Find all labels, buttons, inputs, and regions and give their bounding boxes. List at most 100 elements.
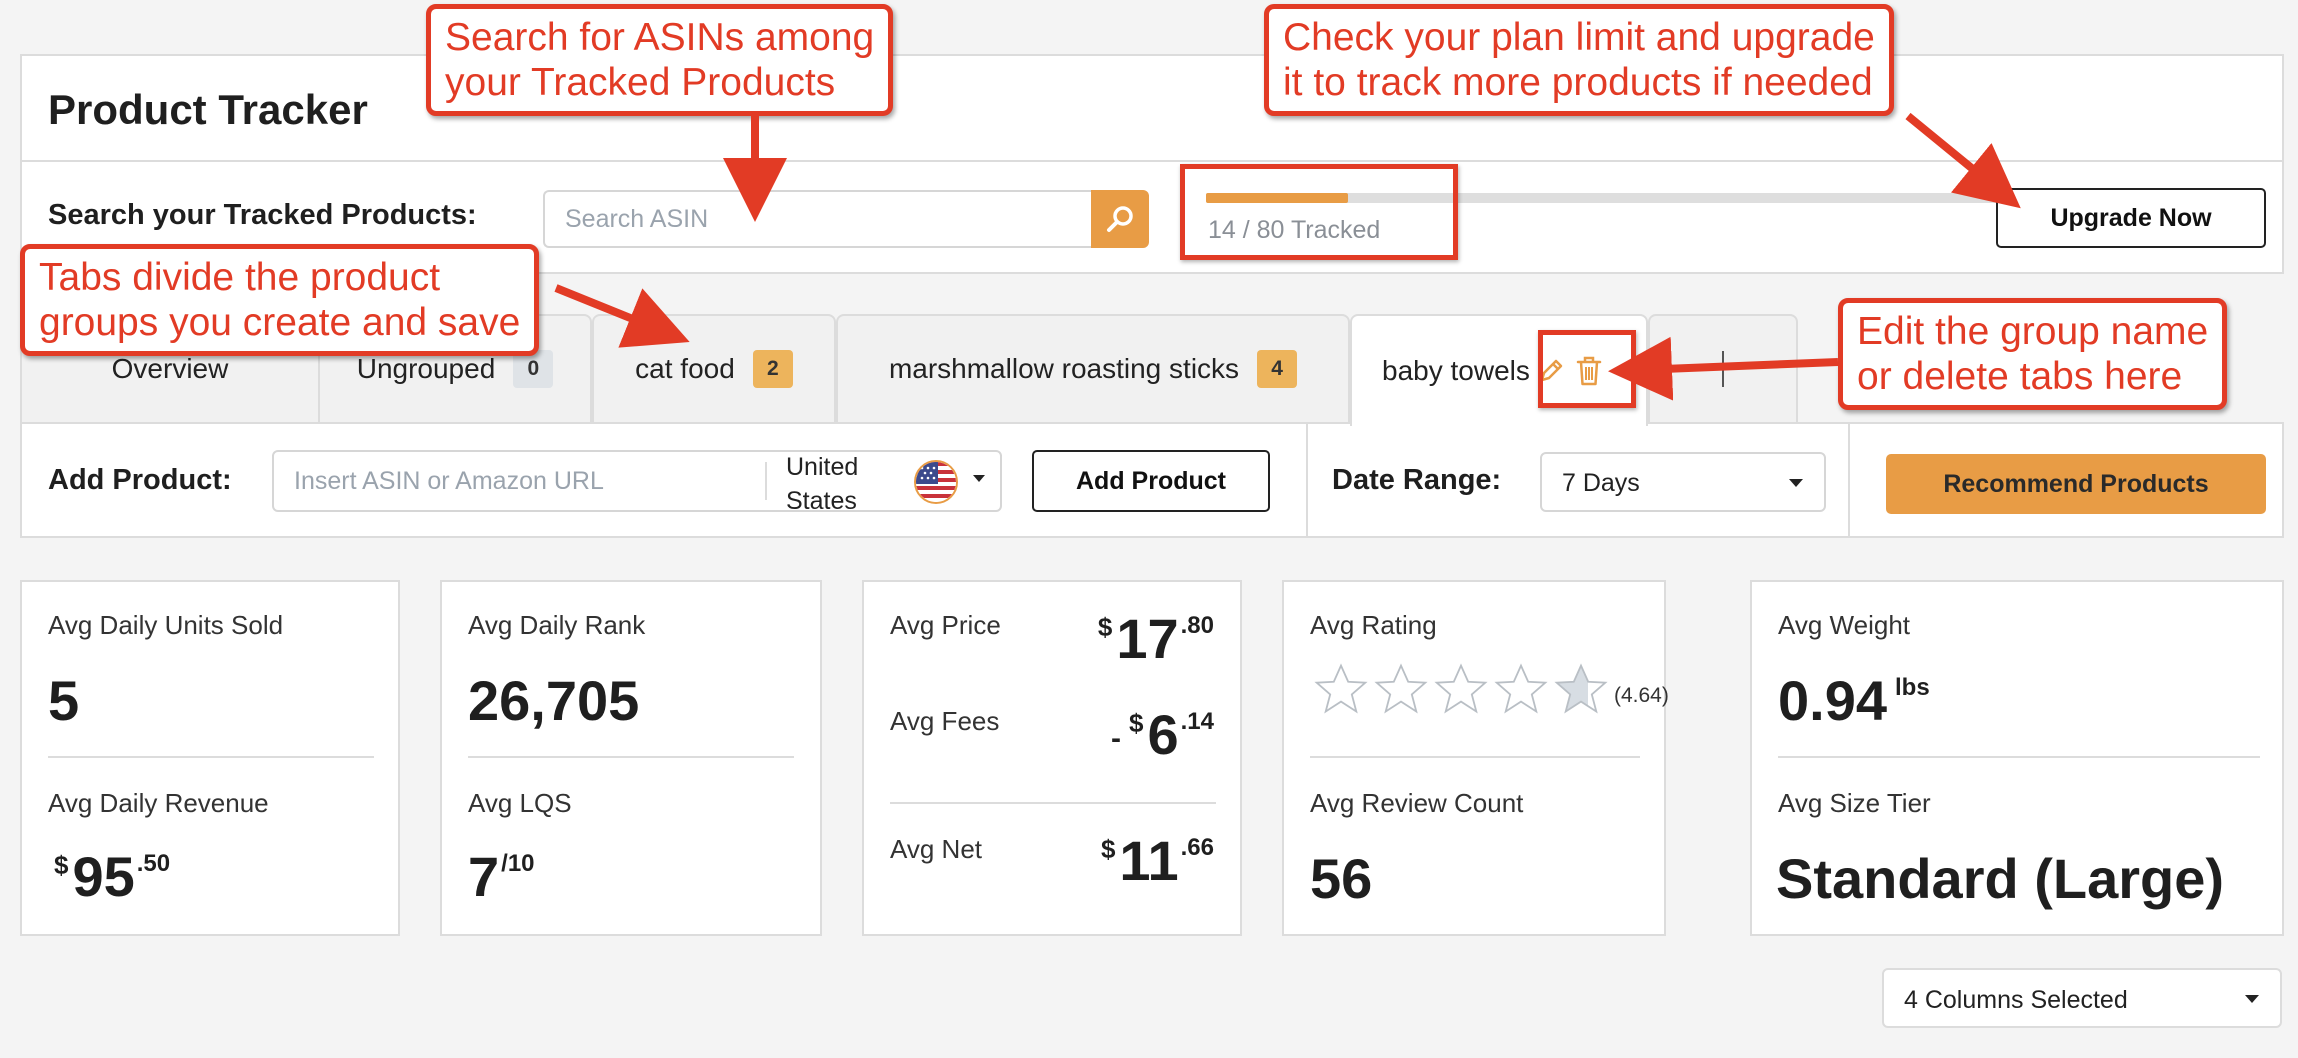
tracked-highlight-box [1180,164,1458,260]
lqs-max: /10 [501,850,535,877]
recommend-products-button[interactable]: Recommend Products [1886,454,2266,514]
weight-unit: lbs [1895,674,1930,701]
price-label: Avg Price [890,610,1001,640]
search-button[interactable] [1091,190,1149,248]
add-product-button[interactable]: Add Product [1032,450,1270,512]
revenue-cents: .50 [136,850,171,877]
price-value: $17.80 [1098,606,1214,671]
tab-cat-food[interactable]: cat food 2 [592,314,836,422]
fees-label: Avg Fees [890,706,1000,736]
revenue-whole: 95 [72,845,135,908]
card-rank-lqs: Avg Daily Rank 26,705 Avg LQS 7/10 [440,580,822,936]
country-label[interactable]: United States [786,450,896,518]
search-icon [1107,206,1133,232]
annotation-search: Search for ASINs among your Tracked Prod… [426,4,894,116]
asin-input-group: United States [272,450,1002,515]
price-cents: .80 [1180,612,1214,639]
columns-select-value: 4 Columns Selected [1904,986,2128,1014]
date-range-select[interactable]: 7 Days [1540,452,1826,512]
weight-number: 0.94 [1778,669,1887,732]
rating-value: (4.64) [1614,684,1669,707]
search-input[interactable] [543,190,1091,248]
card-rating-reviews: Avg Rating (4.64) Avg Review Count 56 [1282,580,1669,936]
net-value: $11.66 [1101,828,1214,893]
price-whole: 17 [1116,607,1179,670]
tab-label: Overview [111,353,229,384]
card-divider [1310,756,1640,758]
annotation-edit-text: Edit the group name or delete tabs here [1857,310,2209,398]
page-title: Product Tracker [48,86,368,133]
weight-label: Avg Weight [1778,610,1911,640]
columns-select[interactable]: 4 Columns Selected [1882,968,2282,1028]
rating-label: Avg Rating [1310,610,1437,640]
caret-down-icon [1789,479,1803,487]
fees-cents: .14 [1180,708,1214,735]
plus-icon [1722,351,1724,387]
units-label: Avg Daily Units Sold [48,610,284,640]
annotation-search-text: Search for ASINs among your Tracked Prod… [445,16,875,104]
lqs-value: 7/10 [468,844,535,909]
star-icon [1374,663,1428,714]
currency-symbol: $ [1097,612,1113,642]
tab-count-badge: 4 [1257,350,1298,388]
card-divider [1778,756,2260,758]
star-icon [1494,663,1548,714]
tab-label: cat food [635,353,735,384]
add-product-toolbar: Add Product: United States Add Product [20,422,2284,538]
units-value: 5 [48,669,80,732]
currency-symbol: $ [54,850,69,880]
toolbar-divider [1306,424,1308,536]
fees-sign: - [1111,722,1121,755]
rank-value: 26,705 [468,669,640,732]
caret-down-icon [2245,995,2259,1003]
annotation-edit: Edit the group name or delete tabs here [1838,298,2228,410]
weight-value: 0.94 lbs [1778,668,1930,733]
size-tier-value: Standard (Large) [1776,847,2225,910]
annotation-plan: Check your plan limit and upgrade it to … [1264,4,1894,116]
title-row: Product Tracker [22,56,2282,162]
currency-symbol: $ [1100,834,1116,864]
currency-symbol: $ [1129,708,1144,738]
card-price-fees-net: Avg Price $17.80 Avg Fees - $6.14 Avg Net… [862,580,1242,936]
annotation-plan-text: Check your plan limit and upgrade it to … [1283,16,1875,104]
rank-label: Avg Daily Rank [468,610,646,640]
net-label: Avg Net [890,834,983,864]
add-tab-button[interactable] [1648,314,1798,422]
tab-marshmallow-roasting-sticks[interactable]: marshmallow roasting sticks 4 [836,314,1350,422]
tab-actions-highlight-box [1538,330,1636,408]
annotation-tabs: Tabs divide the product groups you creat… [20,244,540,356]
lqs-score: 7 [468,845,500,908]
revenue-label: Avg Daily Revenue [48,788,269,818]
revenue-value: $95.50 [54,844,170,909]
us-flag-icon[interactable] [914,460,958,504]
add-product-label: Add Product: [48,464,232,496]
lqs-label: Avg LQS [468,788,572,818]
tab-count-badge: 2 [752,350,793,388]
date-range-label: Date Range: [1332,464,1502,496]
review-count-label: Avg Review Count [1310,788,1524,818]
upgrade-now-button[interactable]: Upgrade Now [1996,188,2266,248]
star-icon [1434,663,1488,714]
search-label: Search your Tracked Products: [48,199,477,231]
toolbar-divider [1848,424,1850,536]
card-divider [890,802,1216,804]
tab-label: marshmallow roasting sticks [888,353,1240,384]
caret-down-icon[interactable] [972,474,986,484]
size-tier-label: Avg Size Tier [1778,788,1931,818]
asin-input[interactable] [274,452,764,510]
review-count-value: 56 [1310,847,1373,910]
fees-value: - $6.14 [1111,702,1214,767]
tab-label: Ungrouped [356,353,496,384]
annotation-tabs-text: Tabs divide the product groups you creat… [39,256,521,344]
header-panel: Product Tracker Search your Tracked Prod… [20,54,2284,274]
card-divider [48,756,374,758]
date-range-value: 7 Days [1562,469,1640,497]
star-icon [1314,663,1368,714]
fees-whole: 6 [1147,703,1179,766]
star-rating [1314,662,1608,716]
card-units-revenue: Avg Daily Units Sold 5 Avg Daily Revenue… [20,580,400,936]
tab-label: baby towels [1382,355,1530,386]
net-cents: .66 [1180,834,1214,861]
net-whole: 11 [1119,829,1179,892]
card-divider [468,756,794,758]
